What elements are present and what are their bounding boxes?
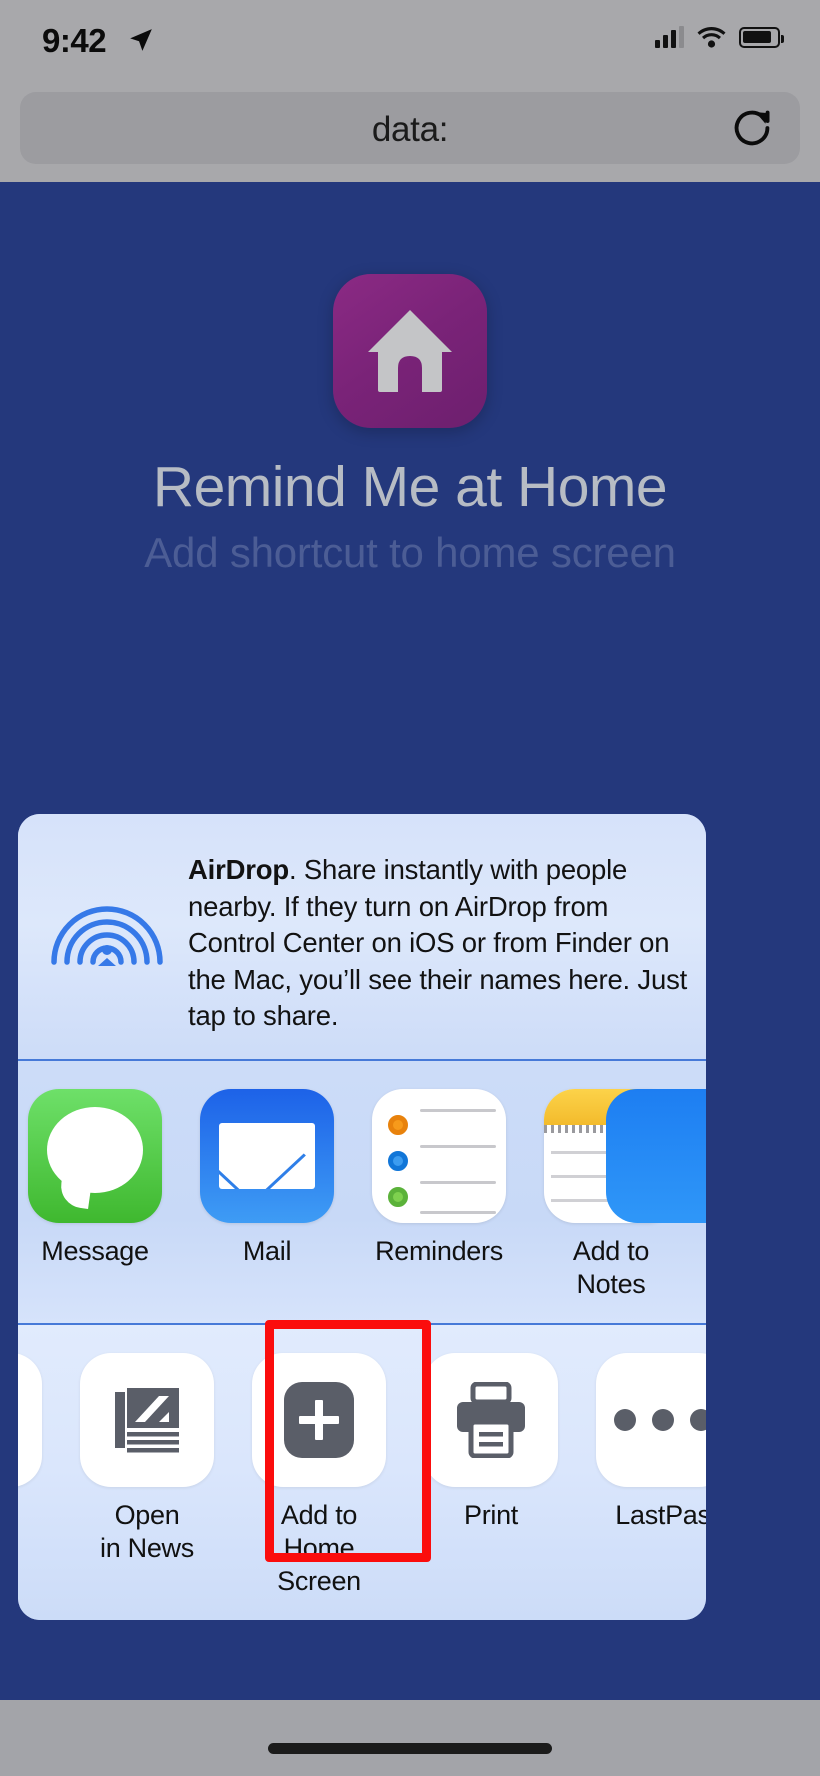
share-target-label: Reminders bbox=[375, 1236, 503, 1266]
address-bar[interactable]: data: bbox=[20, 92, 800, 164]
news-glyph bbox=[115, 1388, 179, 1453]
status-bar: 9:42 bbox=[0, 0, 820, 78]
share-target-partial[interactable] bbox=[606, 1089, 706, 1223]
iphone-screen: 9:42 data: Remind Me at Home Add shortcu… bbox=[0, 0, 820, 1776]
printer-icon bbox=[424, 1353, 558, 1487]
cellular-signal-icon bbox=[655, 26, 684, 48]
wifi-icon bbox=[697, 27, 726, 48]
action-lastpass[interactable]: LastPas bbox=[596, 1353, 706, 1532]
web-page-content: Remind Me at Home Add shortcut to home s… bbox=[0, 182, 820, 1776]
page-subtitle: Add shortcut to home screen bbox=[144, 529, 676, 576]
location-arrow-icon bbox=[130, 29, 152, 51]
action-label: Print bbox=[463, 1500, 519, 1530]
battery-icon bbox=[739, 26, 784, 48]
more-dots-icon bbox=[596, 1353, 706, 1487]
news-icon bbox=[80, 1353, 214, 1487]
bottom-bar bbox=[0, 1700, 820, 1776]
printer-glyph bbox=[457, 1382, 525, 1458]
action-label-line1: Open bbox=[114, 1500, 180, 1530]
safari-top-chrome: 9:42 data: bbox=[0, 0, 820, 182]
share-target-reminders[interactable]: Reminders bbox=[372, 1089, 506, 1268]
action-open-in-news[interactable]: Open in News bbox=[80, 1353, 214, 1565]
app-icon bbox=[333, 274, 487, 428]
share-apps-row: Message Mail Reminders Add to Notes bbox=[18, 1061, 706, 1323]
airdrop-icon bbox=[51, 906, 163, 966]
reminders-app-icon bbox=[372, 1089, 506, 1223]
mail-app-icon bbox=[200, 1089, 334, 1223]
highlight-annotation bbox=[265, 1320, 431, 1562]
airdrop-description: AirDrop. Share instantly with people nea… bbox=[188, 852, 688, 1035]
share-target-label: Mail bbox=[242, 1236, 292, 1266]
copy-icon bbox=[18, 1353, 42, 1487]
action-label-line2: in News bbox=[100, 1533, 194, 1563]
status-bar-indicators bbox=[655, 26, 784, 48]
action-label: Open in News bbox=[80, 1499, 214, 1565]
address-bar-url: data: bbox=[371, 110, 449, 149]
home-indicator[interactable] bbox=[268, 1743, 552, 1754]
share-target-mail[interactable]: Mail bbox=[200, 1089, 334, 1268]
reload-icon[interactable] bbox=[730, 106, 774, 150]
action-label: LastPas bbox=[615, 1500, 706, 1530]
airdrop-title: AirDrop bbox=[188, 854, 289, 885]
messages-app-icon bbox=[28, 1089, 162, 1223]
more-dots-glyph bbox=[614, 1409, 706, 1431]
share-target-label: Message bbox=[41, 1236, 149, 1266]
airdrop-section[interactable]: AirDrop. Share instantly with people nea… bbox=[18, 814, 706, 1059]
page-title: Remind Me at Home bbox=[152, 455, 668, 519]
house-icon bbox=[368, 310, 452, 392]
share-target-label: Add to Notes bbox=[572, 1236, 650, 1299]
share-target-message[interactable]: Message bbox=[28, 1089, 162, 1268]
status-bar-time: 9:42 bbox=[42, 22, 107, 59]
action-copy[interactable]: opy bbox=[18, 1353, 42, 1532]
action-print[interactable]: Print bbox=[424, 1353, 558, 1532]
action-label: opy bbox=[18, 1499, 42, 1532]
